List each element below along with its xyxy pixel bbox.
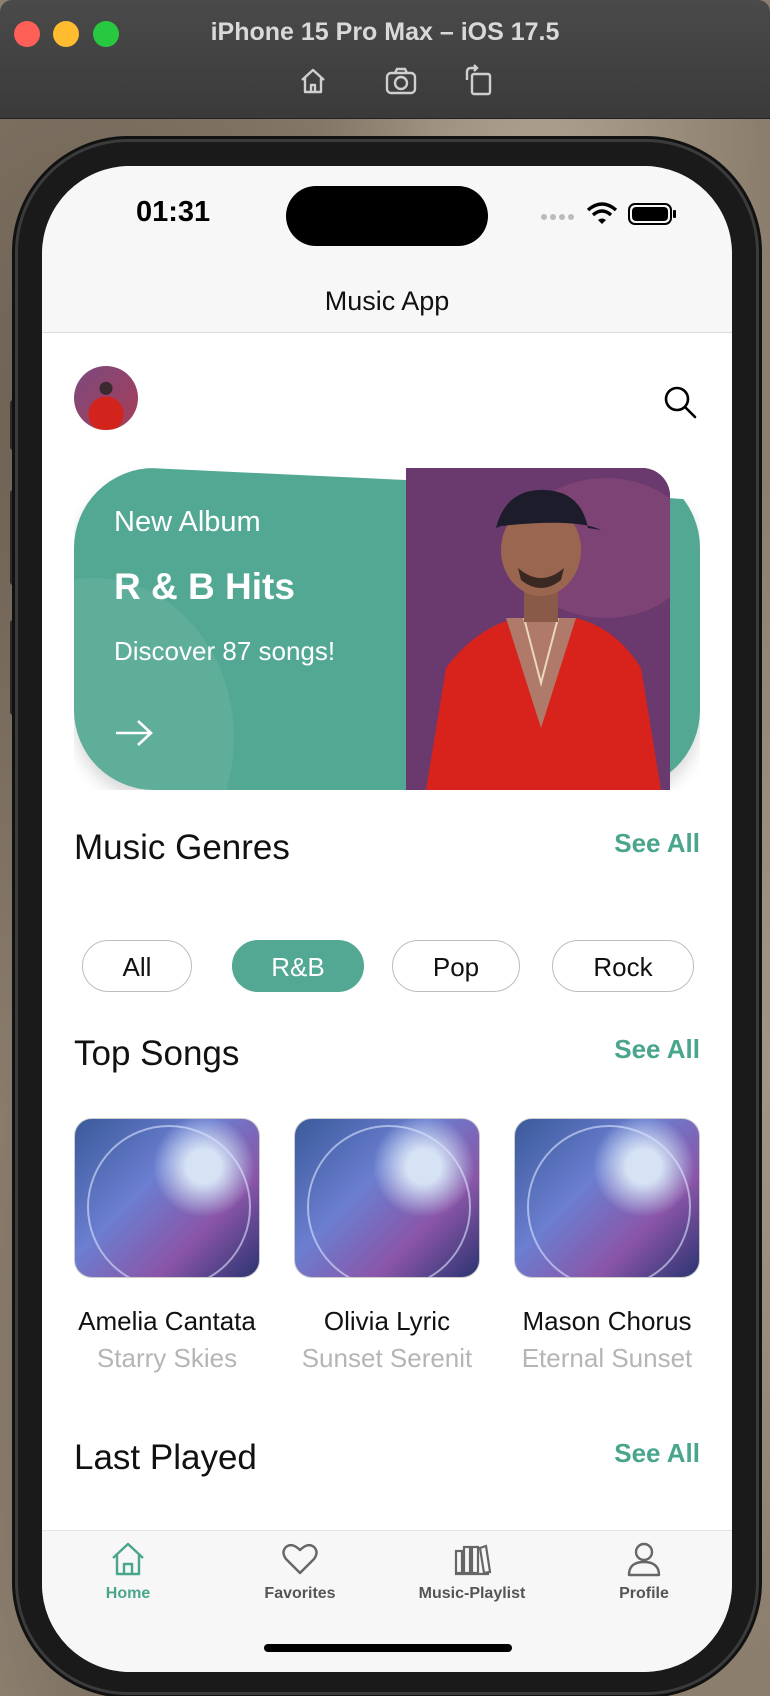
song-artist: Eternal Sunset bbox=[521, 1343, 693, 1373]
song-artist: Starry Skies bbox=[96, 1343, 238, 1373]
genre-chip-rnb[interactable]: R&B bbox=[232, 940, 364, 992]
song-card[interactable]: Mason Chorus Eternal Sunset bbox=[514, 1118, 700, 1374]
song-name: Amelia Cantata bbox=[78, 1306, 256, 1336]
home-icon[interactable] bbox=[296, 64, 330, 98]
song-card[interactable]: Olivia Lyric Sunset Serenit bbox=[294, 1118, 480, 1374]
tab-profile[interactable]: Profile bbox=[558, 1539, 730, 1603]
wifi-icon bbox=[586, 202, 618, 231]
banner-subtitle: Discover 87 songs! bbox=[114, 636, 336, 666]
rotate-icon[interactable] bbox=[462, 64, 496, 98]
song-name: Olivia Lyric bbox=[323, 1306, 451, 1336]
signal-icon bbox=[540, 208, 576, 226]
action-button bbox=[10, 400, 18, 450]
tab-home[interactable]: Home bbox=[42, 1539, 214, 1603]
arrow-right-icon[interactable] bbox=[114, 718, 154, 748]
top-songs-see-all-link[interactable]: See All bbox=[614, 1034, 700, 1065]
tab-label: Favorites bbox=[264, 1585, 336, 1602]
tab-label: Profile bbox=[619, 1585, 669, 1602]
tab-label: Music-Playlist bbox=[418, 1585, 526, 1602]
genres-see-all-link[interactable]: See All bbox=[614, 828, 700, 859]
simulator-title: iPhone 15 Pro Max – iOS 17.5 bbox=[210, 18, 560, 46]
screenshot-icon[interactable] bbox=[384, 64, 418, 98]
song-name: Mason Chorus bbox=[522, 1306, 692, 1336]
song-card[interactable]: Amelia Cantata Starry Skies bbox=[74, 1118, 260, 1374]
status-bar: 01:31 bbox=[42, 166, 732, 276]
search-icon[interactable] bbox=[662, 384, 698, 420]
song-cover-image bbox=[74, 1118, 260, 1278]
home-icon bbox=[42, 1539, 214, 1579]
library-icon bbox=[386, 1539, 558, 1579]
dynamic-island bbox=[286, 186, 488, 246]
banner-kicker: New Album bbox=[114, 506, 261, 538]
avatar[interactable] bbox=[74, 366, 138, 430]
status-icons bbox=[540, 202, 678, 231]
volume-down-button bbox=[10, 620, 18, 715]
status-time: 01:31 bbox=[136, 196, 211, 228]
home-indicator[interactable] bbox=[264, 1644, 512, 1652]
genre-chip-pop[interactable]: Pop bbox=[392, 940, 520, 992]
genre-chip-rock[interactable]: Rock bbox=[552, 940, 694, 992]
tab-music-playlist[interactable]: Music-Playlist bbox=[386, 1539, 558, 1603]
top-songs-title: Top Songs bbox=[74, 1034, 240, 1073]
song-artist: Sunset Serenit bbox=[301, 1343, 473, 1373]
last-played-title: Last Played bbox=[74, 1438, 257, 1477]
song-cover-image bbox=[294, 1118, 480, 1278]
new-album-banner[interactable]: New Album R & B Hits Discover 87 songs! bbox=[74, 468, 700, 790]
banner-title: R & B Hits bbox=[114, 566, 295, 607]
last-played-see-all-link[interactable]: See All bbox=[614, 1438, 700, 1469]
volume-up-button bbox=[10, 490, 18, 585]
heart-icon bbox=[214, 1539, 386, 1579]
person-icon bbox=[558, 1539, 730, 1579]
tab-label: Home bbox=[105, 1585, 151, 1602]
battery-icon bbox=[628, 202, 678, 231]
genre-chip-all[interactable]: All bbox=[82, 940, 192, 992]
tab-favorites[interactable]: Favorites bbox=[214, 1539, 386, 1603]
song-cover-image bbox=[514, 1118, 700, 1278]
navigation-bar: Music App bbox=[42, 276, 732, 333]
nav-title: Music App bbox=[324, 286, 450, 316]
phone-screen: 01:31 Music App New Album R & B Hits Dis… bbox=[42, 166, 732, 1672]
banner-artist-photo bbox=[406, 468, 670, 790]
genres-title: Music Genres bbox=[74, 828, 290, 867]
simulator-title-bar: iPhone 15 Pro Max – iOS 17.5 bbox=[0, 0, 770, 119]
